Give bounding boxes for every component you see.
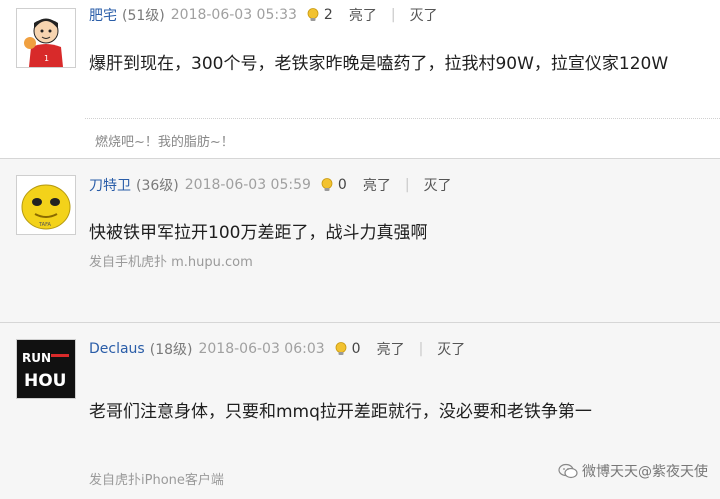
watermark-text: 微博天天@紫夜天使 bbox=[582, 464, 708, 480]
source-text[interactable]: 发自虎扑iPhone客户端 bbox=[89, 469, 224, 488]
source-text[interactable]: 发自手机虎扑 m.hupu.com bbox=[89, 251, 253, 270]
reply-divider bbox=[85, 118, 720, 119]
svg-text:TAFA: TAFA bbox=[38, 222, 52, 228]
avatar-text-bottom: HOU bbox=[24, 371, 66, 391]
light-count: 0 bbox=[337, 177, 347, 193]
light-button[interactable]: 亮了 bbox=[363, 175, 391, 195]
comment-meta: Declaus (18级) 2018-06-03 06:03 0 亮了 | 灭了 bbox=[89, 338, 465, 360]
watermark: 微博天天@紫夜天使 bbox=[558, 461, 708, 481]
comment-content: 老哥们注意身体，只要和mmq拉开差距就行，没必要和老铁争第一 bbox=[89, 402, 592, 422]
light-count: 0 bbox=[351, 341, 361, 357]
lightbulb-icon bbox=[305, 7, 321, 23]
comment-content: 爆肝到现在，300个号，老铁家昨晚是嗑药了，拉我村90W，拉宣仪家120W bbox=[89, 54, 669, 74]
dark-button[interactable]: 灭了 bbox=[410, 5, 438, 25]
avatar[interactable]: RUN HOU bbox=[16, 339, 76, 399]
timestamp: 2018-06-03 05:33 bbox=[170, 7, 297, 23]
timestamp: 2018-06-03 06:03 bbox=[198, 341, 325, 357]
dark-button[interactable]: 灭了 bbox=[424, 175, 452, 195]
username[interactable]: 肥宅 bbox=[89, 5, 117, 25]
separator: | bbox=[418, 341, 424, 357]
avatar-cartoon-icon: 1 bbox=[17, 9, 75, 67]
user-level: (51级) bbox=[122, 8, 165, 24]
avatar-text-top: RUN bbox=[22, 351, 51, 365]
light-button[interactable]: 亮了 bbox=[349, 5, 377, 25]
comment-meta: 刀特卫 (36级) 2018-06-03 05:59 0 亮了 | 灭了 bbox=[89, 174, 452, 196]
wechat-icon bbox=[558, 463, 578, 479]
comment-2: TAFA 刀特卫 (36级) 2018-06-03 05:59 0 亮了 | 灭… bbox=[0, 158, 720, 322]
lightbulb-icon bbox=[333, 341, 349, 357]
avatar-emoji-icon: TAFA bbox=[17, 176, 75, 234]
separator: | bbox=[404, 177, 410, 193]
avatar[interactable]: 1 bbox=[16, 8, 76, 68]
comment-meta: 肥宅 (51级) 2018-06-03 05:33 2 亮了 | 灭了 bbox=[89, 4, 438, 26]
avatar-logo-icon: RUN HOU bbox=[17, 340, 75, 398]
username[interactable]: 刀特卫 bbox=[89, 175, 131, 195]
avatar[interactable]: TAFA bbox=[16, 175, 76, 235]
light-button[interactable]: 亮了 bbox=[377, 339, 405, 359]
reply-text: 燃烧吧~！我的脂肪~！ bbox=[95, 135, 234, 150]
comment-content: 快被铁甲军拉开100万差距了，战斗力真强啊 bbox=[89, 223, 428, 243]
light-count: 2 bbox=[323, 7, 333, 23]
user-level: (18级) bbox=[149, 342, 193, 358]
comment-1: 1 肥宅 (51级) 2018-06-03 05:33 2 亮了 | 灭了 爆肝… bbox=[0, 0, 720, 158]
user-level: (36级) bbox=[136, 178, 179, 194]
timestamp: 2018-06-03 05:59 bbox=[184, 177, 311, 193]
svg-text:1: 1 bbox=[44, 54, 49, 63]
username[interactable]: Declaus bbox=[89, 341, 145, 357]
separator: | bbox=[390, 7, 396, 23]
dark-button[interactable]: 灭了 bbox=[437, 339, 465, 359]
lightbulb-icon bbox=[319, 177, 335, 193]
